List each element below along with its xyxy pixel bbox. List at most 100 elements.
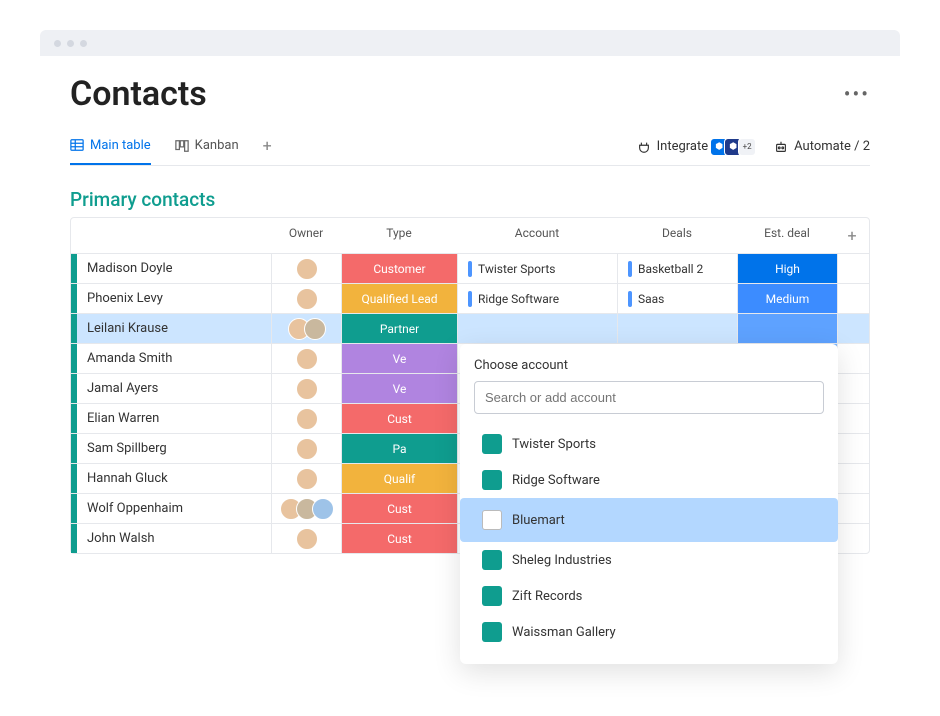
type-cell[interactable]: Pa [341, 434, 457, 463]
deal-cell[interactable]: Saas [617, 284, 737, 313]
more-menu-button[interactable]: ••• [844, 82, 870, 106]
avatar [296, 378, 318, 400]
checkbox-icon [482, 510, 502, 530]
account-label: Ridge Software [478, 292, 559, 306]
type-cell[interactable]: Cust [341, 524, 457, 553]
option-label: Bluemart [512, 513, 565, 528]
account-cell[interactable]: Ridge Software [457, 284, 617, 313]
tab-main-table[interactable]: Main table [70, 138, 151, 165]
checkbox-icon [482, 434, 502, 454]
tab-label: Main table [90, 138, 151, 153]
account-marker [468, 291, 472, 307]
option-label: Waissman Gallery [512, 625, 616, 640]
window-dot [54, 40, 61, 47]
integration-count: +2 [738, 138, 756, 156]
account-option[interactable]: Waissman Gallery [474, 614, 824, 650]
contact-name[interactable]: Amanda Smith [77, 344, 271, 373]
est-deal-cell[interactable] [737, 314, 837, 343]
owner-cell[interactable] [271, 434, 341, 463]
integrate-button[interactable]: Integrate ⬢ ⬢ +2 [637, 138, 757, 156]
add-column-button[interactable]: + [837, 218, 867, 253]
account-search-input[interactable] [474, 381, 824, 414]
deal-cell[interactable]: Basketball 2 [617, 254, 737, 283]
automate-button[interactable]: Automate / 2 [774, 139, 870, 154]
row-end [837, 284, 867, 313]
deal-marker [628, 291, 632, 307]
automate-label: Automate / 2 [794, 139, 870, 154]
account-marker [468, 261, 472, 277]
contact-name[interactable]: Phoenix Levy [77, 284, 271, 313]
owner-cell[interactable] [271, 464, 341, 493]
owner-cell[interactable] [271, 314, 341, 343]
add-tab-button[interactable]: + [263, 136, 272, 165]
row-end [837, 434, 867, 463]
col-deals[interactable]: Deals [617, 218, 737, 253]
contact-name[interactable]: Wolf Oppenhaim [77, 494, 271, 523]
row-end [837, 254, 867, 283]
type-cell[interactable]: Qualif [341, 464, 457, 493]
dropdown-title: Choose account [474, 358, 824, 373]
col-type[interactable]: Type [341, 218, 457, 253]
checkbox-icon [482, 622, 502, 642]
table-row[interactable]: Leilani Krause Partner [71, 313, 869, 343]
type-cell[interactable]: Partner [341, 314, 457, 343]
account-option[interactable]: Twister Sports [474, 426, 824, 462]
robot-icon [774, 140, 788, 154]
avatar [312, 498, 334, 520]
checkbox-icon [482, 550, 502, 570]
owner-cell[interactable] [271, 404, 341, 433]
est-deal-cell[interactable]: Medium [737, 284, 837, 313]
owner-cell[interactable] [271, 494, 341, 523]
window-dot [67, 40, 74, 47]
avatar [296, 408, 318, 430]
account-cell[interactable] [457, 314, 617, 343]
type-cell[interactable]: Customer [341, 254, 457, 283]
owner-cell[interactable] [271, 524, 341, 553]
account-option[interactable]: Ridge Software [474, 462, 824, 498]
contact-name[interactable]: Elian Warren [77, 404, 271, 433]
table-row[interactable]: Madison Doyle CustomerTwister SportsBaske… [71, 253, 869, 283]
owner-cell[interactable] [271, 284, 341, 313]
contact-name[interactable]: John Walsh [77, 524, 271, 553]
avatar [296, 288, 318, 310]
kanban-icon [175, 139, 189, 153]
account-option[interactable]: Sheleg Industries [474, 542, 824, 578]
row-end [837, 374, 867, 403]
integrate-label: Integrate [657, 139, 709, 154]
account-option[interactable]: Zift Records [474, 578, 824, 614]
type-cell[interactable]: Cust [341, 494, 457, 523]
option-label: Ridge Software [512, 473, 600, 488]
avatar [296, 438, 318, 460]
table-row[interactable]: Phoenix Levy Qualified Lead Ridge Software… [71, 283, 869, 313]
account-cell[interactable]: Twister Sports [457, 254, 617, 283]
col-owner[interactable]: Owner [271, 218, 341, 253]
type-cell[interactable]: Ve [341, 374, 457, 403]
deal-cell[interactable] [617, 314, 737, 343]
owner-cell[interactable] [271, 254, 341, 283]
est-deal-cell[interactable]: High [737, 254, 837, 283]
type-cell[interactable]: Qualified Lead [341, 284, 457, 313]
contact-name[interactable]: Leilani Krause [77, 314, 271, 343]
deal-label: Saas [638, 292, 664, 306]
row-end [837, 404, 867, 433]
row-end [837, 464, 867, 493]
section-title: Primary contacts [70, 188, 870, 211]
contact-name[interactable]: Hannah Gluck [77, 464, 271, 493]
checkbox-icon [482, 586, 502, 606]
col-est-deal[interactable]: Est. deal [737, 218, 837, 253]
contact-name[interactable]: Jamal Ayers [77, 374, 271, 403]
page-title: Contacts [70, 74, 207, 114]
tab-label: Kanban [195, 138, 239, 153]
contact-name[interactable]: Sam Spillberg [77, 434, 271, 463]
type-cell[interactable]: Ve [341, 344, 457, 373]
type-cell[interactable]: Cust [341, 404, 457, 433]
option-label: Sheleg Industries [512, 553, 612, 568]
tab-kanban[interactable]: Kanban [175, 138, 239, 163]
row-end [837, 494, 867, 523]
account-option[interactable]: Bluemart [460, 498, 838, 542]
owner-cell[interactable] [271, 374, 341, 403]
col-account[interactable]: Account [457, 218, 617, 253]
owner-cell[interactable] [271, 344, 341, 373]
avatar [304, 318, 326, 340]
contact-name[interactable]: Madison Doyle [77, 254, 271, 283]
